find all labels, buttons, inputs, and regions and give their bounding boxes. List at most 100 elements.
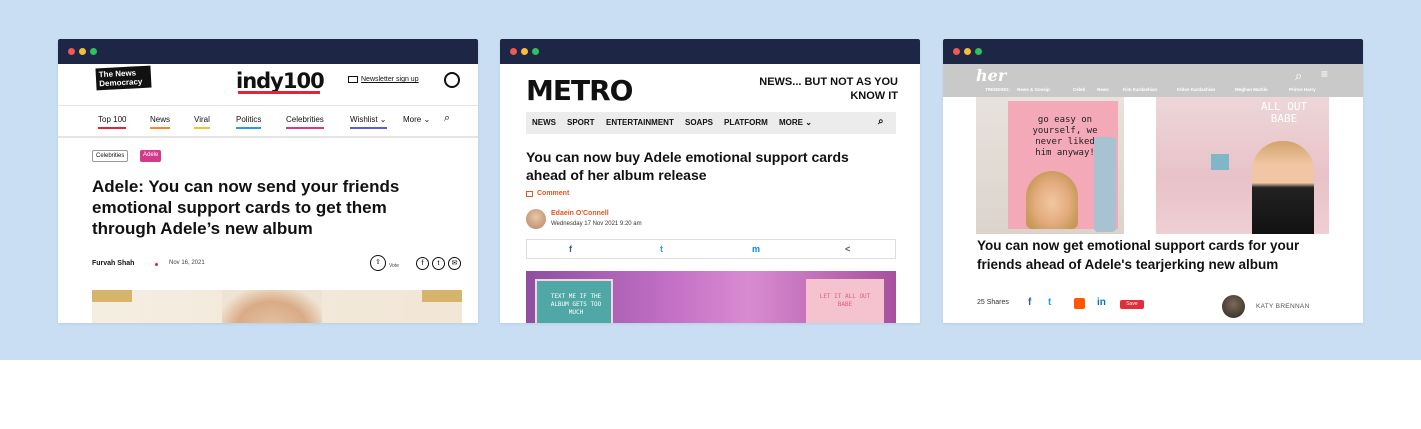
author-avatar[interactable] [526, 209, 546, 229]
trending-item[interactable]: Khloe Kardashian [1177, 87, 1215, 92]
nav-item-more[interactable]: MORE ⌄ [779, 118, 812, 127]
comment-icon[interactable] [526, 191, 533, 197]
nav-underline [286, 127, 324, 129]
publish-date: Nov 16, 2021 [169, 260, 205, 266]
window-titlebar [500, 39, 920, 64]
nav-item-celebrities[interactable]: Celebrities [286, 115, 324, 129]
page-content: METRO NEWS... BUT NOT AS YOU KNOW IT NEW… [500, 64, 920, 323]
search-icon[interactable]: ⌕ [444, 112, 450, 125]
menu-icon[interactable]: ≡ [1321, 67, 1328, 81]
trending-item[interactable]: Kim Kardashian [1123, 87, 1157, 92]
reddit-icon[interactable] [1074, 298, 1085, 309]
maximize-dot[interactable] [90, 48, 97, 55]
trending-label: TRENDING: [985, 87, 1010, 92]
window-titlebar [58, 39, 478, 64]
facebook-icon[interactable]: f [569, 244, 572, 254]
page-content: her ⌕ ≡ TRENDING: News & Gossip Celeb Ne… [943, 64, 1363, 323]
upvote-icon[interactable]: ⇧ [370, 255, 386, 271]
browser-window-indy100: The News Democracy indy100 Newsletter si… [58, 39, 478, 323]
author-name[interactable]: Furvah Shah [92, 260, 134, 267]
nav-item-more[interactable]: More ⌄ [403, 115, 430, 124]
site-logo[interactable]: her [976, 66, 1006, 85]
nav-label: Politics [236, 115, 262, 124]
gold-decoration [422, 290, 462, 302]
author-avatar[interactable] [1222, 295, 1245, 318]
site-header: her ⌕ ≡ TRENDING: News & Gossip Celeb Ne… [943, 64, 1363, 97]
tag-celebrities[interactable]: Celebrities [92, 150, 129, 162]
main-nav: Top 100 News Viral Politics Celebrities … [58, 105, 478, 138]
pinterest-save-button[interactable]: Save [1120, 300, 1144, 309]
comment-link[interactable]: Comment [537, 190, 569, 197]
close-dot[interactable] [953, 48, 960, 55]
nav-item-entertainment[interactable]: ENTERTAINMENT [606, 118, 674, 127]
nav-underline [150, 127, 171, 129]
nav-item-viral[interactable]: Viral [194, 115, 210, 129]
minimize-dot[interactable] [521, 48, 528, 55]
messenger-icon[interactable]: m [752, 244, 760, 254]
browser-window-metro: METRO NEWS... BUT NOT AS YOU KNOW IT NEW… [500, 39, 920, 323]
newsletter-link[interactable]: Newsletter sign up [361, 76, 419, 83]
linkedin-icon[interactable]: in [1097, 297, 1106, 308]
user-account-icon[interactable] [444, 72, 460, 88]
nav-item-news[interactable]: News [150, 115, 171, 129]
close-dot[interactable] [68, 48, 75, 55]
trending-item[interactable]: News & Gossip [1017, 87, 1050, 92]
main-nav: NEWS SPORT ENTERTAINMENT SOAPS PLATFORM … [526, 112, 896, 134]
search-icon[interactable]: ⌕ [878, 116, 884, 127]
nav-item-news[interactable]: NEWS [532, 118, 556, 127]
close-dot[interactable] [510, 48, 517, 55]
news-democracy-badge[interactable]: The News Democracy [95, 65, 152, 91]
mail-icon [348, 76, 358, 83]
article-headline: You can now buy Adele emotional support … [526, 149, 849, 183]
nav-item-politics[interactable]: Politics [236, 115, 262, 129]
article-headline: You can now get emotional support cards … [977, 238, 1300, 272]
tag-adele[interactable]: Adele [140, 150, 162, 162]
trending-item[interactable]: Celeb [1073, 87, 1085, 92]
trending-item[interactable]: News [1097, 87, 1109, 92]
search-icon[interactable]: ⌕ [1295, 68, 1302, 84]
twitter-icon[interactable]: t [432, 257, 445, 270]
twitter-icon[interactable]: t [1048, 297, 1051, 308]
minimize-dot[interactable] [79, 48, 86, 55]
vote-label: Vote [389, 263, 400, 269]
share-icon[interactable]: < [845, 244, 850, 254]
card-text: LET IT ALL OUT BABE [819, 293, 871, 308]
share-count: 25 Shares [977, 299, 1009, 306]
article-headline: Adele: You can now send your friends emo… [92, 177, 400, 238]
nav-item-platform[interactable]: PLATFORM [724, 118, 768, 127]
page-content: The News Democracy indy100 Newsletter si… [58, 64, 478, 323]
site-logo[interactable]: indy100 [236, 69, 325, 93]
author-name[interactable]: KATY BRENNAN [1256, 303, 1310, 310]
nav-underline [194, 127, 210, 129]
nav-item-wishlist[interactable]: Wishlist ⌄ [350, 115, 387, 129]
vase-decoration [1094, 137, 1116, 232]
nav-underline [236, 127, 262, 129]
facebook-icon[interactable]: f [1028, 297, 1031, 308]
browser-window-her: her ⌕ ≡ TRENDING: News & Gossip Celeb Ne… [943, 39, 1363, 323]
nav-label: News [150, 115, 171, 124]
site-logo[interactable]: METRO [526, 74, 633, 107]
nav-item-top100[interactable]: Top 100 [98, 115, 127, 129]
card-text: go easy on yourself, we never liked him … [1032, 115, 1098, 158]
nav-item-sport[interactable]: SPORT [567, 118, 595, 127]
facebook-icon[interactable]: f [416, 257, 429, 270]
adele-illustration [1252, 141, 1314, 234]
nav-underline [350, 127, 387, 129]
nav-label: More [403, 115, 422, 124]
nav-item-soaps[interactable]: SOAPS [685, 118, 713, 127]
twitter-icon[interactable]: t [660, 244, 663, 254]
author-name[interactable]: Edaein O'Connell [551, 210, 609, 217]
maximize-dot[interactable] [532, 48, 539, 55]
minimize-dot[interactable] [964, 48, 971, 55]
trending-item[interactable]: Prince Harry [1289, 87, 1316, 92]
trending-item[interactable]: Meghan Markle [1235, 87, 1268, 92]
card-text: ALL OUT BABE [1260, 100, 1308, 125]
email-icon[interactable]: ✉ [448, 257, 461, 270]
adele-photo [222, 290, 322, 323]
nav-label: Celebrities [286, 115, 324, 124]
maximize-dot[interactable] [975, 48, 982, 55]
card-photo-2: ALL OUT BABE [1156, 97, 1329, 234]
separator-dot [155, 263, 158, 266]
adele-illustration [1026, 171, 1078, 229]
gold-decoration [92, 290, 132, 302]
